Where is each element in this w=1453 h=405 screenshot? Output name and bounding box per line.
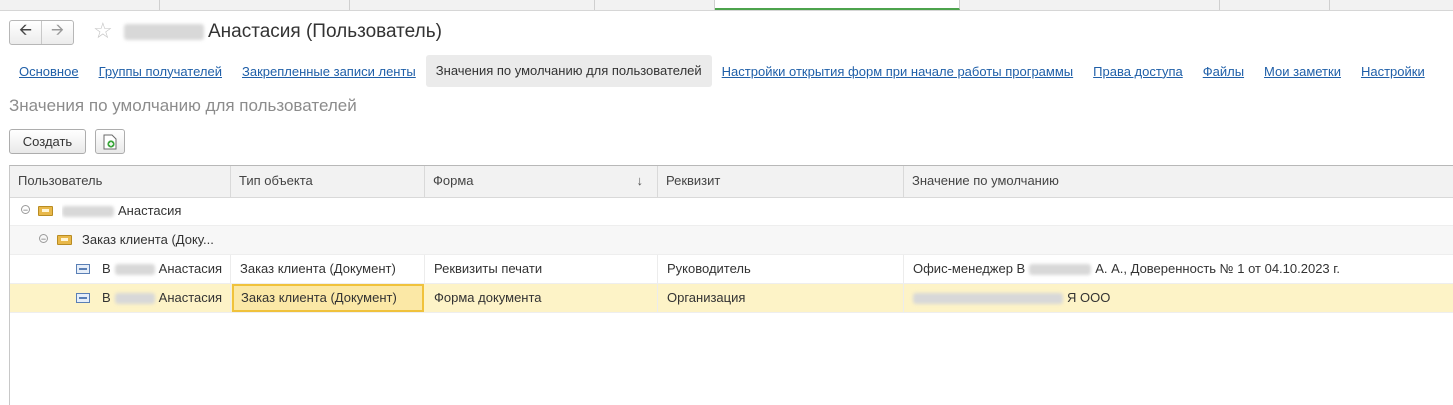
group-user-label: Анастасия	[62, 197, 181, 225]
section-link-my-notes[interactable]: Мои заметки	[1254, 64, 1351, 79]
table-row[interactable]: В Анастасия Заказ клиента (Документ) Рекв…	[10, 255, 1453, 284]
redacted-text	[62, 206, 114, 218]
folder-icon	[38, 206, 53, 216]
column-header-form[interactable]: Форма ↓	[425, 166, 658, 197]
redacted-text	[1029, 264, 1092, 276]
cell-attribute: Организация	[658, 284, 904, 312]
default-values-table: Пользователь Тип объекта Форма ↓ Реквизи…	[9, 165, 1453, 405]
redacted-text	[114, 264, 155, 276]
column-header-attribute[interactable]: Реквизит	[658, 166, 904, 197]
cell-object-type: Заказ клиента (Документ)	[231, 255, 425, 283]
record-icon	[76, 264, 90, 274]
section-title: Значения по умолчанию для пользователей	[9, 96, 357, 115]
table-header: Пользователь Тип объекта Форма ↓ Реквизи…	[10, 166, 1453, 198]
window-tab-active[interactable]	[715, 0, 960, 10]
column-header-form-label: Форма	[433, 173, 474, 188]
folder-icon	[57, 235, 72, 245]
table-group-row[interactable]: − Анастасия	[10, 197, 1453, 226]
section-link-access-rights[interactable]: Права доступа	[1083, 64, 1193, 79]
window-tab-strip	[0, 0, 1453, 11]
section-link-files[interactable]: Файлы	[1193, 64, 1254, 79]
window-tab[interactable]	[0, 0, 160, 10]
cell-default-value: Офис-менеджер В А. А., Доверенность № 1 о…	[913, 261, 1341, 276]
window-tab[interactable]	[160, 0, 350, 10]
forward-button[interactable]: 🡪	[41, 21, 73, 44]
page-title-text: Анастасия (Пользователь)	[208, 21, 442, 42]
favorite-star-icon[interactable]: ☆	[93, 19, 113, 43]
section-link-pinned-records[interactable]: Закрепленные записи ленты	[232, 64, 426, 79]
cell-user: В Анастасия	[98, 284, 231, 312]
collapse-icon[interactable]: −	[39, 234, 48, 244]
table-row-selected[interactable]: В Анастасия Заказ клиента (Документ) Форм…	[10, 284, 1453, 313]
back-button[interactable]: 🡨	[10, 21, 41, 44]
history-nav: 🡨 🡪	[9, 20, 74, 45]
section-link-main[interactable]: Основное	[9, 64, 89, 79]
sort-descending-icon: ↓	[636, 173, 644, 188]
window-tab[interactable]	[960, 0, 1220, 10]
add-from-template-button[interactable]	[95, 129, 125, 154]
record-icon	[76, 293, 90, 303]
section-link-default-values[interactable]: Значения по умолчанию для пользователей	[425, 55, 712, 87]
page-title: Анастасия (Пользователь)	[124, 21, 442, 43]
redacted-text	[114, 293, 155, 305]
column-header-object-type[interactable]: Тип объекта	[231, 166, 425, 197]
cell-object-type-focused[interactable]: Заказ клиента (Документ)	[232, 284, 424, 312]
section-link-startup-forms[interactable]: Настройки открытия форм при начале работ…	[712, 64, 1083, 79]
table-group-row[interactable]: − Заказ клиента (Доку...	[10, 226, 1453, 255]
window-tab[interactable]	[1220, 0, 1330, 10]
create-button[interactable]: Создать	[9, 129, 86, 154]
arrow-right-icon: 🡪	[51, 22, 64, 39]
cell-form: Реквизиты печати	[425, 255, 658, 283]
column-header-default-value[interactable]: Значение по умолчанию	[904, 166, 1453, 197]
group-object-label: Заказ клиента (Доку...	[82, 232, 214, 247]
cell-form: Форма документа	[425, 284, 658, 312]
section-link-settings[interactable]: Настройки	[1351, 64, 1435, 79]
redacted-text	[913, 293, 1063, 305]
window-tab[interactable]	[350, 0, 595, 10]
window-tab[interactable]	[595, 0, 715, 10]
arrow-left-icon: 🡨	[19, 22, 32, 39]
cell-user: В Анастасия	[98, 255, 231, 283]
cell-default-value: Я ООО	[904, 284, 1453, 312]
document-add-icon	[103, 134, 117, 149]
collapse-icon[interactable]: −	[21, 205, 30, 215]
cell-attribute: Руководитель	[658, 255, 904, 283]
column-header-user[interactable]: Пользователь	[10, 166, 231, 197]
section-link-recipient-groups[interactable]: Группы получателей	[89, 64, 232, 79]
form-sections-nav: Основное Группы получателей Закрепленные…	[9, 55, 1435, 87]
redacted-text	[124, 24, 204, 40]
